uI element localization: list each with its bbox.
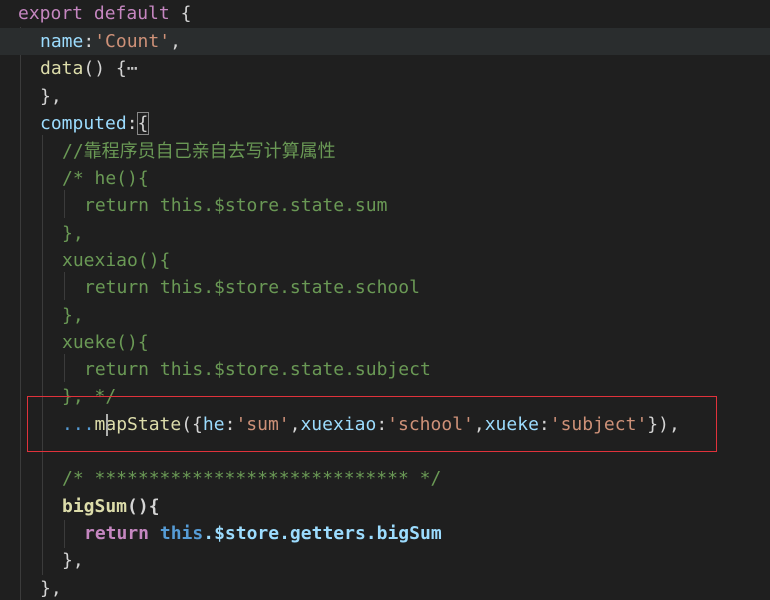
function-name: bigSum <box>62 496 128 517</box>
punct: () { <box>83 58 127 79</box>
code-line-13: xueke(){ <box>62 329 149 356</box>
code-line-20: }, <box>62 547 84 574</box>
indent-guide <box>64 354 65 382</box>
punct: : <box>83 31 95 52</box>
code-line-17: /* ***************************** */ <box>62 465 441 492</box>
code-line-4: }, <box>40 83 62 110</box>
comment: xuexiao(){ <box>62 250 171 271</box>
punct: }, <box>40 86 62 107</box>
property: computed <box>40 113 127 134</box>
keyword: default <box>93 3 170 24</box>
highlight-box <box>27 396 717 452</box>
code-line-8: return this.$store.state.sum <box>84 192 387 219</box>
indent-guide <box>20 27 21 600</box>
function-name: data <box>40 58 84 79</box>
indent-guide <box>64 520 65 548</box>
string: 'Count' <box>94 31 171 52</box>
punct: (){ <box>127 496 160 517</box>
comment: }, <box>62 305 84 326</box>
comment: return this.$store.state.subject <box>84 359 431 380</box>
code-line-3: data() {⋯ <box>40 55 138 82</box>
code-line-10: xuexiao(){ <box>62 247 170 274</box>
code-line-9: }, <box>62 220 84 247</box>
keyword: return <box>84 523 150 544</box>
punct: }, <box>40 578 62 599</box>
indent-guide <box>42 135 43 575</box>
punct: { <box>169 3 192 24</box>
comment: }, <box>62 223 84 244</box>
code-line-6: //靠程序员自己亲自去写计算属性 <box>62 138 336 165</box>
comment: /* he(){ <box>62 168 149 189</box>
fold-ellipsis-icon[interactable]: ⋯ <box>127 58 138 79</box>
property: .$store <box>203 523 280 544</box>
comment: /* ***************************** */ <box>62 468 442 489</box>
comment: xueke(){ <box>62 332 149 353</box>
code-line-5: computed:{ <box>40 110 150 137</box>
code-line-21: }, <box>40 575 62 600</box>
punct: }, <box>62 550 84 571</box>
code-editor[interactable]: export default { name:'Count', data() {⋯… <box>0 0 770 600</box>
punct: : <box>126 113 138 134</box>
code-line-12: }, <box>62 302 84 329</box>
code-line-1: export default { <box>18 0 191 27</box>
keyword: export <box>18 3 84 24</box>
indent-guide <box>64 272 65 300</box>
property: name <box>40 31 84 52</box>
this-keyword: this <box>159 523 204 544</box>
indent-guide <box>64 190 65 218</box>
comment: //靠程序员自己亲自去写计算属性 <box>62 141 336 162</box>
code-line-2: name:'Count', <box>0 28 770 55</box>
property: .getters <box>279 523 366 544</box>
code-line-18: bigSum(){ <box>62 493 160 520</box>
comment: return this.$store.state.school <box>84 277 420 298</box>
code-line-19: return this.$store.getters.bigSum <box>84 520 442 547</box>
code-line-11: return this.$store.state.school <box>84 274 420 301</box>
property: .bigSum <box>365 523 442 544</box>
code-line-7: /* he(){ <box>62 165 149 192</box>
code-line-14: return this.$store.state.subject <box>84 356 431 383</box>
punct: , <box>170 31 181 52</box>
comment: return this.$store.state.sum <box>84 195 388 216</box>
bracket: { <box>136 112 150 135</box>
